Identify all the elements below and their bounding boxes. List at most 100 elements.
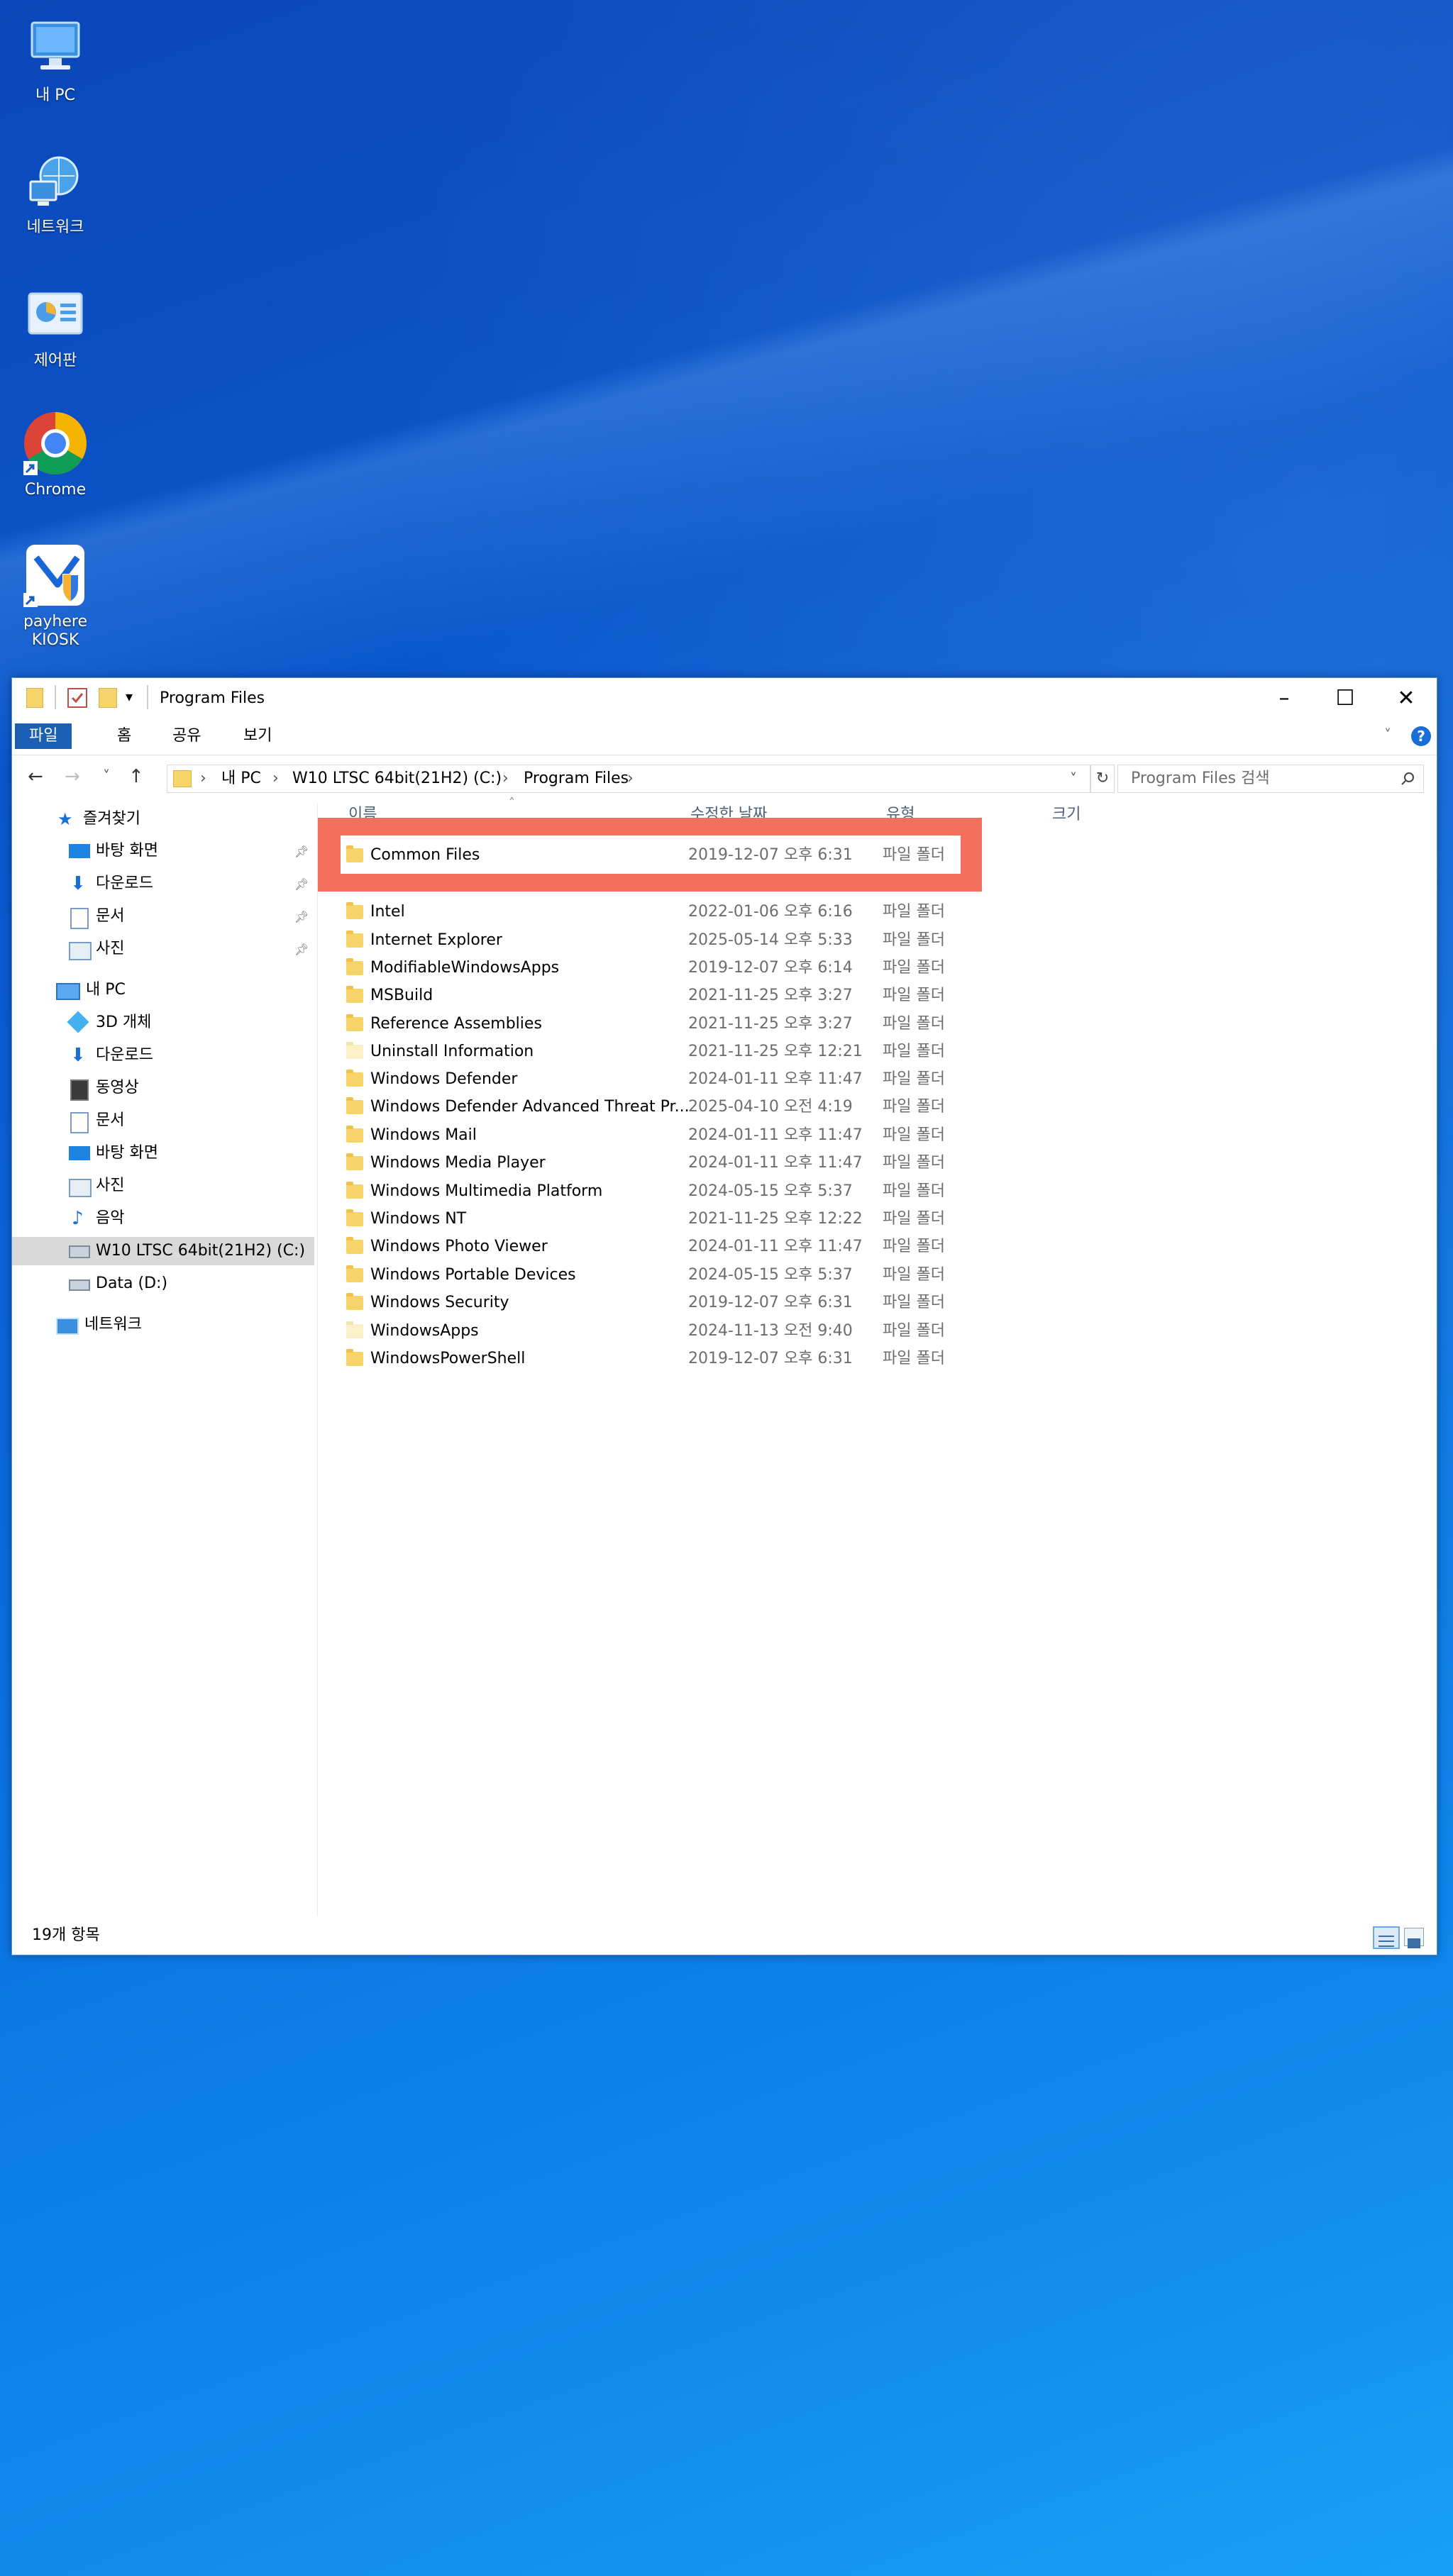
refresh-icon[interactable]: ↻: [1090, 765, 1115, 793]
file-type: 파일 폴더: [883, 1098, 945, 1116]
navigation-bar: ← → ˅ ↑ › 내 PC › W10 LTSC 64bit(21H2) (C…: [12, 755, 1437, 803]
file-row[interactable]: ModifiableWindowsApps 2019-12-07 오후 6:14 파…: [339, 954, 978, 982]
file-type: 파일 폴더: [883, 1015, 945, 1033]
sidebar-item-label: 동영상: [96, 1079, 139, 1097]
address-dropdown-icon[interactable]: ˅: [1070, 765, 1077, 792]
sidebar-item-music[interactable]: ♪ 음악: [55, 1204, 296, 1233]
file-row[interactable]: Windows Defender Advanced Threat Pr... 20…: [339, 1093, 978, 1121]
file-row[interactable]: Windows Defender 2024-01-11 오후 11:47 파일 폴더: [339, 1065, 978, 1094]
folder-icon: [346, 1321, 363, 1338]
folder-icon: [346, 1349, 363, 1366]
tab-home[interactable]: 홈: [103, 723, 145, 749]
desktop-icon-this-pc[interactable]: 내 PC: [14, 16, 96, 105]
sidebar-item-desktop[interactable]: 바탕 화면: [55, 1139, 296, 1167]
file-row[interactable]: WindowsPowerShell 2019-12-07 오후 6:31 파일 폴더: [339, 1345, 978, 1373]
desktop-icon-chrome[interactable]: Chrome: [14, 410, 96, 499]
sidebar-item-downloads-quick[interactable]: ⬇ 다운로드: [55, 870, 296, 898]
sidebar-item-label: 문서: [96, 1111, 125, 1129]
title-bar[interactable]: ▾ Program Files – ☐ ✕: [12, 678, 1437, 718]
sidebar-item-drive-d[interactable]: Data (D:): [55, 1270, 296, 1298]
file-type: 파일 폴더: [883, 1350, 945, 1367]
sidebar-item-videos[interactable]: 동영상: [55, 1074, 296, 1102]
desktop-icon-kiosk[interactable]: payhere KIOSK: [14, 542, 96, 650]
breadcrumb-drive[interactable]: W10 LTSC 64bit(21H2) (C:): [292, 765, 502, 792]
file-name: Windows Defender: [370, 1070, 518, 1088]
file-row[interactable]: Windows Photo Viewer 2024-01-11 오후 11:47 파…: [339, 1233, 978, 1261]
up-button[interactable]: ↑: [128, 766, 144, 787]
file-date: 2024-01-11 오후 11:47: [688, 1154, 863, 1172]
folder-icon: [346, 1153, 363, 1170]
star-icon: ★: [57, 809, 73, 829]
file-row[interactable]: Windows Mail 2024-01-11 오후 11:47 파일 폴더: [339, 1121, 978, 1150]
pin-icon[interactable]: 📌︎: [294, 846, 309, 857]
file-type: 파일 폴더: [883, 903, 945, 921]
ribbon-expand-icon[interactable]: ˅: [1384, 726, 1391, 743]
pin-icon[interactable]: 📌︎: [294, 911, 309, 923]
tab-share[interactable]: 공유: [158, 723, 215, 749]
file-row[interactable]: Windows Multimedia Platform 2024-05-15 오후…: [339, 1177, 978, 1206]
folder-icon: [346, 986, 363, 1003]
desktop-icon-network[interactable]: 네트워크: [14, 148, 96, 237]
back-button[interactable]: ←: [28, 766, 43, 787]
file-row[interactable]: Intel 2022-01-06 오후 6:16 파일 폴더: [339, 898, 978, 926]
chevron-right-icon[interactable]: ›: [502, 765, 509, 792]
pin-icon[interactable]: 📌︎: [294, 879, 309, 890]
forward-button[interactable]: →: [65, 766, 80, 787]
sidebar-item-pictures-quick[interactable]: 사진: [55, 935, 296, 963]
file-row[interactable]: Uninstall Information 2021-11-25 오후 12:21…: [339, 1038, 978, 1066]
file-name: Windows Defender Advanced Threat Pr...: [370, 1098, 690, 1116]
file-name: Windows Portable Devices: [370, 1266, 576, 1284]
file-row[interactable]: MSBuild 2021-11-25 오후 3:27 파일 폴더: [339, 982, 978, 1010]
chevron-right-icon[interactable]: ›: [272, 765, 279, 792]
large-icons-view-icon[interactable]: [1404, 1928, 1424, 1948]
close-button[interactable]: ✕: [1376, 678, 1437, 718]
file-row[interactable]: Windows Portable Devices 2024-05-15 오후 5:…: [339, 1261, 978, 1289]
chevron-right-icon[interactable]: ›: [200, 765, 206, 792]
sidebar-item-documents[interactable]: 문서: [55, 1106, 296, 1135]
sidebar-item-drive-c[interactable]: W10 LTSC 64bit(21H2) (C:): [12, 1237, 314, 1265]
file-type: 파일 폴더: [883, 1294, 945, 1311]
search-input[interactable]: Program Files 검색: [1131, 765, 1270, 792]
help-icon[interactable]: ?: [1411, 726, 1431, 746]
sidebar-item-pictures[interactable]: 사진: [55, 1172, 296, 1200]
cube-icon: [67, 1011, 89, 1033]
file-type: 파일 폴더: [883, 1238, 945, 1255]
folder-icon: [346, 1237, 363, 1254]
file-row[interactable]: Windows Security 2019-12-07 오후 6:31 파일 폴더: [339, 1289, 978, 1317]
sidebar-item-label: W10 LTSC 64bit(21H2) (C:): [96, 1242, 306, 1260]
properties-icon[interactable]: [67, 688, 87, 708]
search-box[interactable]: Program Files 검색: [1117, 765, 1424, 793]
file-row[interactable]: Internet Explorer 2025-05-14 오후 5:33 파일 폴더: [339, 926, 978, 955]
new-folder-icon[interactable]: [99, 688, 117, 708]
sidebar-item-label: 네트워크: [84, 1316, 142, 1333]
pin-icon[interactable]: 📌︎: [294, 944, 309, 955]
maximize-button[interactable]: ☐: [1315, 678, 1376, 718]
file-row[interactable]: Reference Assemblies 2021-11-25 오후 3:27 파일…: [339, 1010, 978, 1038]
file-name: Intel: [370, 903, 405, 921]
sidebar-item-3d-objects[interactable]: 3D 개체: [55, 1009, 296, 1037]
sidebar-item-desktop-quick[interactable]: 바탕 화면: [55, 837, 296, 865]
sidebar-item-documents-quick[interactable]: 문서: [55, 902, 296, 931]
chevron-right-icon[interactable]: ›: [627, 765, 634, 792]
folder-icon: [346, 1070, 363, 1087]
customize-toolbar-icon[interactable]: ▾: [126, 688, 133, 705]
recent-locations-button[interactable]: ˅: [103, 767, 110, 784]
sidebar-item-downloads[interactable]: ⬇ 다운로드: [55, 1041, 296, 1070]
file-row[interactable]: Windows NT 2021-11-25 오후 12:22 파일 폴더: [339, 1205, 978, 1233]
breadcrumb-this-pc[interactable]: 내 PC: [221, 765, 261, 792]
tab-file[interactable]: 파일: [15, 723, 72, 749]
column-header-size[interactable]: 크기: [1052, 803, 1081, 827]
tab-view[interactable]: 보기: [229, 723, 286, 749]
address-bar[interactable]: › 내 PC › W10 LTSC 64bit(21H2) (C:) › Pro…: [167, 765, 1090, 793]
file-row[interactable]: Windows Media Player 2024-01-11 오후 11:47 파…: [339, 1149, 978, 1177]
file-row[interactable]: Common Files 2019-12-07 오후 6:31 파일 폴더: [339, 841, 978, 870]
folder-icon: [346, 1182, 363, 1199]
details-view-icon[interactable]: [1373, 1926, 1400, 1949]
file-type: 파일 폴더: [883, 1043, 945, 1060]
breadcrumb-program-files[interactable]: Program Files: [524, 765, 629, 792]
minimize-button[interactable]: –: [1254, 678, 1315, 718]
file-row[interactable]: WindowsApps 2024-11-13 오전 9:40 파일 폴더: [339, 1317, 978, 1345]
desktop-icon-control-panel[interactable]: 제어판: [14, 281, 96, 370]
folder-icon: [346, 902, 363, 919]
search-icon[interactable]: [1400, 772, 1415, 786]
